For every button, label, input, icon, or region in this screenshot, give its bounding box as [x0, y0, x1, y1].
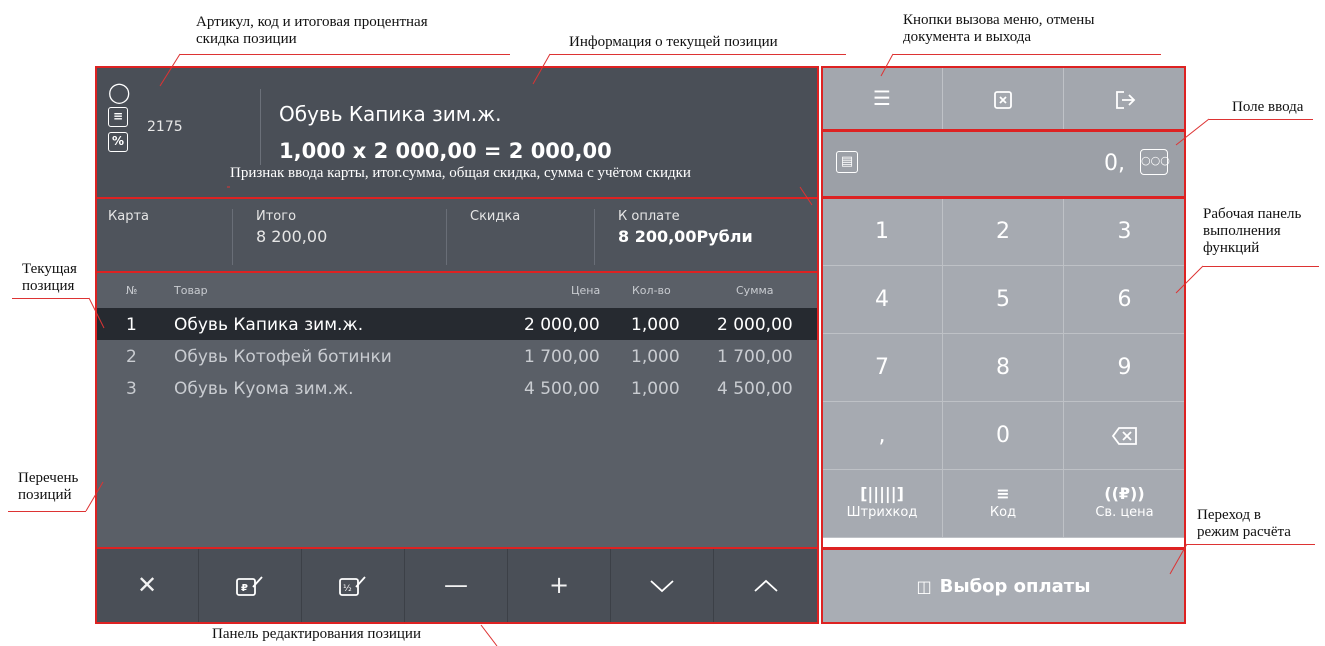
annotation-menu-buttons: Кнопки вызова меню, отмены документа и вы…: [903, 12, 1095, 45]
annotation-edit-panel: Панель редактирования позиции: [212, 626, 421, 642]
annotation-totals-hint: Признак ввода карты, итог.сумма, общая с…: [230, 165, 691, 182]
annotation-current-position: Текущая позиция: [22, 261, 77, 294]
highlight-input: [821, 130, 1186, 198]
annotation-info: Информация о текущей позиции: [569, 34, 778, 50]
highlight-totals: [95, 197, 819, 273]
highlight-keypad: [821, 197, 1186, 549]
highlight-toolbar: [95, 547, 819, 624]
annotation-payment-mode: Переход в режим расчёта: [1197, 507, 1291, 540]
annotation-position-list: Перечень позиций: [18, 470, 79, 503]
highlight-top-buttons: [821, 66, 1186, 131]
highlight-list: [95, 271, 819, 549]
annotation-input-field: Поле ввода: [1232, 99, 1304, 115]
annotation-article: Артикул, код и итоговая процентная скидка…: [196, 14, 428, 47]
highlight-payment: [821, 548, 1186, 624]
annotation-work-panel: Рабочая панель выполнения функций: [1203, 206, 1302, 256]
